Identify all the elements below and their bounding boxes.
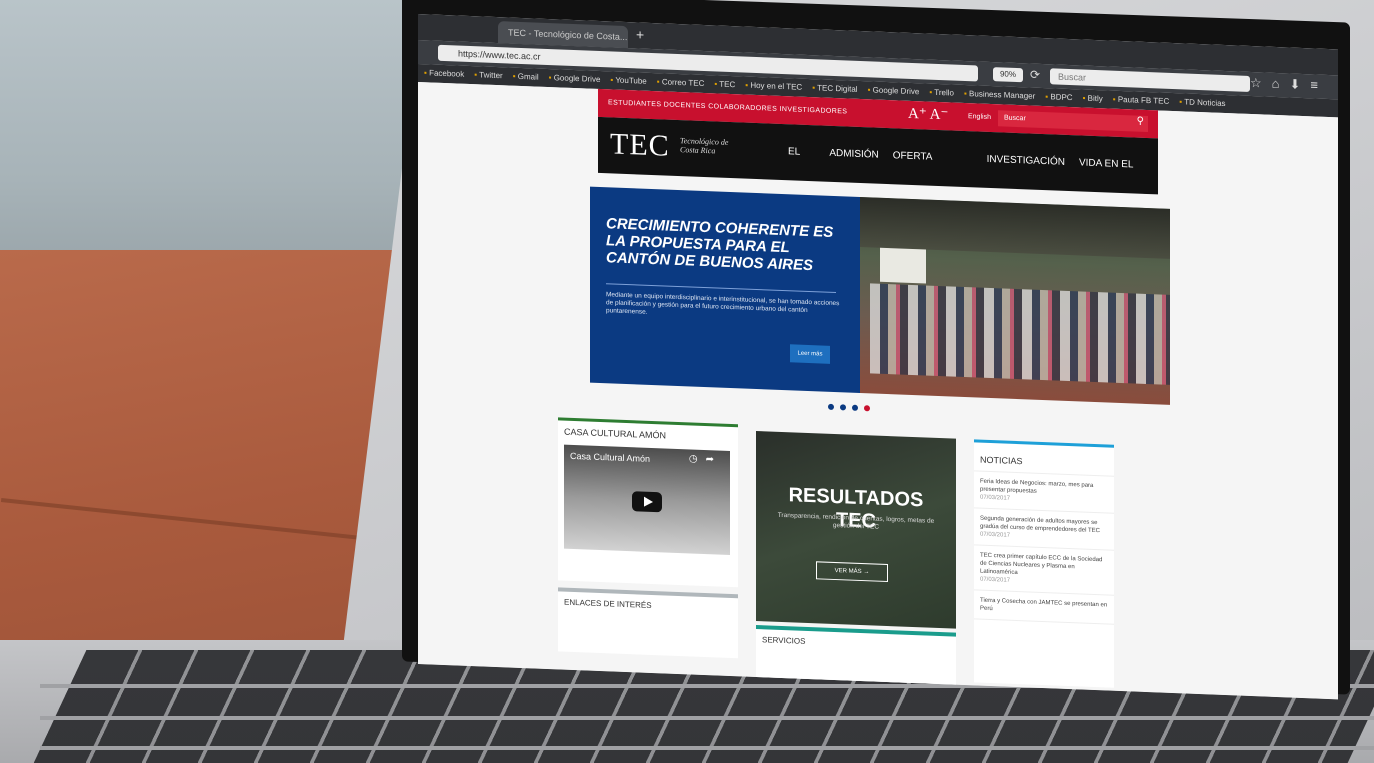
bookmark-item[interactable]: Correo TEC xyxy=(657,73,705,93)
laptop-screen: TEC - Tecnológico de Costa... + https://… xyxy=(418,14,1338,700)
services-section: SERVICIOS xyxy=(756,624,956,687)
new-tab-icon[interactable]: + xyxy=(636,26,644,42)
bookmark-item[interactable]: TD Noticias xyxy=(1179,93,1225,113)
video-embed[interactable]: Casa Cultural Amón ◷➦ xyxy=(564,444,730,555)
keyboard-row-gap xyxy=(40,716,1374,720)
bookmark-item[interactable]: Bitly xyxy=(1083,90,1103,109)
photo-projection-screen xyxy=(880,247,926,284)
news-date xyxy=(980,613,1108,618)
services-title: SERVICIOS xyxy=(762,635,806,646)
news-card: NOTICIAS Feria Ideas de Negocios: marzo,… xyxy=(974,439,1114,688)
bookmark-item[interactable]: Google Drive xyxy=(868,81,920,101)
news-item[interactable]: TEC crea primer capítulo ECC de la Socie… xyxy=(974,545,1114,596)
bookmark-item[interactable]: Hoy en el TEC xyxy=(745,77,802,97)
hero-body: Mediante un equipo interdisciplinario e … xyxy=(606,291,840,316)
hero-carousel: CRECIMIENTO COHERENTE ES LA PROPUESTA PA… xyxy=(590,186,1170,405)
ver-mas-button[interactable]: VER MÁS → xyxy=(816,561,888,583)
language-link[interactable]: English xyxy=(968,103,991,132)
carousel-dots xyxy=(828,403,870,412)
bookmark-item[interactable]: Google Drive xyxy=(549,69,601,89)
bookmark-item[interactable]: Pauta FB TEC xyxy=(1113,91,1169,111)
tec-homepage: ESTUDIANTES DOCENTES COLABORADORES INVES… xyxy=(418,82,1338,700)
card-title: CASA CULTURAL AMÓN xyxy=(564,426,667,441)
links-title: ENLACES DE INTERÉS xyxy=(564,597,652,610)
news-item[interactable]: Feria Ideas de Negocios: marzo, mes para… xyxy=(974,471,1114,514)
bookmark-item[interactable]: Trello xyxy=(929,84,954,103)
bookmark-item[interactable]: Twitter xyxy=(474,66,503,85)
news-headline[interactable]: Feria Ideas de Negocios: marzo, mes para… xyxy=(980,479,1093,495)
carousel-dot[interactable] xyxy=(852,404,858,411)
casa-cultural-card: CASA CULTURAL AMÓN Casa Cultural Amón ◷➦ xyxy=(558,417,738,588)
news-item[interactable]: Segunda generación de adultos mayores se… xyxy=(974,508,1114,551)
video-share-icons[interactable]: ◷➦ xyxy=(689,453,722,465)
carousel-dot[interactable] xyxy=(840,404,846,411)
logo-subtitle: Tecnológico de Costa Rica xyxy=(680,136,729,156)
hero-text-panel: CRECIMIENTO COHERENTE ES LA PROPUESTA PA… xyxy=(590,186,860,393)
bookmark-item[interactable]: YouTube xyxy=(610,71,646,90)
read-more-button[interactable]: Leer más xyxy=(790,344,830,364)
news-headline[interactable]: TEC crea primer capítulo ECC de la Socie… xyxy=(980,553,1102,576)
toolbar-icons[interactable]: ☆⌂⬇≡ xyxy=(1250,75,1328,94)
search-icon[interactable]: ⚲ xyxy=(1137,116,1144,127)
carousel-dot-active[interactable] xyxy=(864,405,870,412)
font-size-controls[interactable]: A⁺ A⁻ xyxy=(908,104,948,125)
bookmark-item[interactable]: Gmail xyxy=(513,68,539,87)
reload-icon[interactable]: ⟳ xyxy=(1030,68,1040,82)
hero-photo xyxy=(860,196,1170,405)
news-item[interactable]: Tierra y Cosecha con JAMTEC se presentan… xyxy=(974,590,1114,625)
bookmark-item[interactable]: TEC xyxy=(714,75,735,94)
zoom-level[interactable]: 90% xyxy=(993,67,1023,83)
carousel-dot[interactable] xyxy=(828,403,834,410)
bookmark-item[interactable]: TEC Digital xyxy=(812,79,857,99)
browser-search-field[interactable]: Buscar xyxy=(1050,68,1250,92)
news-headline[interactable]: Tierra y Cosecha con JAMTEC se presentan… xyxy=(980,598,1107,612)
resultados-card: RESULTADOS TEC Transparencia, rendición … xyxy=(756,430,956,629)
video-title: Casa Cultural Amón xyxy=(570,450,651,464)
links-section: ENLACES DE INTERÉS xyxy=(558,587,738,659)
photo-audience xyxy=(870,283,1170,385)
hero-title[interactable]: CRECIMIENTO COHERENTE ES LA PROPUESTA PA… xyxy=(606,215,846,275)
tec-logo[interactable]: TEC xyxy=(610,127,670,163)
play-icon[interactable] xyxy=(632,491,662,513)
news-date: 07/03/2017 xyxy=(980,576,1011,584)
site-search-input[interactable]: Buscar xyxy=(998,110,1148,133)
keyboard-row-gap xyxy=(40,746,1374,750)
bookmark-item[interactable]: BDPC xyxy=(1045,88,1072,107)
news-date: 07/03/2017 xyxy=(980,494,1011,502)
bookmark-item[interactable]: Facebook xyxy=(424,64,464,84)
news-list: Feria Ideas de Negocios: marzo, mes para… xyxy=(974,471,1114,625)
